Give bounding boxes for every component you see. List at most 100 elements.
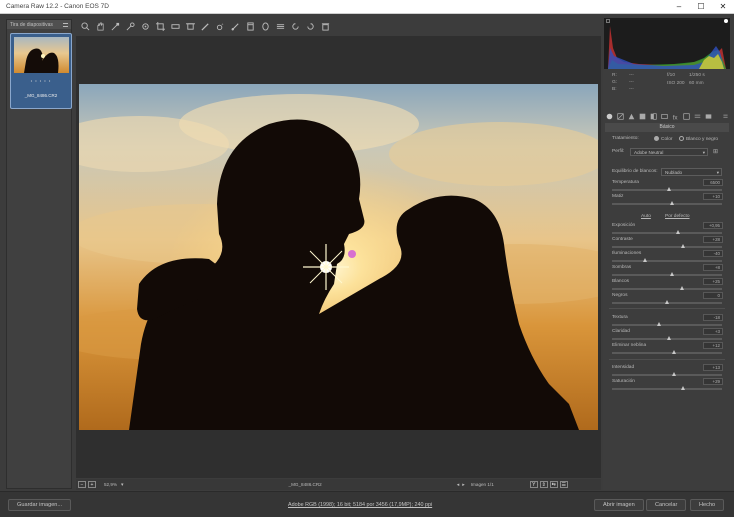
blacks-value[interactable]: 0 [703, 292, 723, 299]
treatment-bw-radio[interactable]: Blanco y negro [679, 136, 718, 142]
tone-curve-tab-icon[interactable] [616, 112, 624, 120]
zoom-level[interactable]: 52,9% [104, 482, 117, 487]
slider-thumb[interactable] [670, 272, 674, 276]
tint-value[interactable]: +10 [703, 193, 723, 200]
auto-link[interactable]: Auto [641, 214, 651, 219]
adjustment-brush-icon[interactable] [229, 20, 241, 32]
trash-icon[interactable] [319, 20, 331, 32]
target-adjust-icon[interactable] [139, 20, 151, 32]
split-toning-tab-icon[interactable] [649, 112, 657, 120]
texture-value[interactable]: -18 [703, 314, 723, 321]
whites-value[interactable]: +25 [703, 278, 723, 285]
vibrance-value[interactable]: +13 [703, 364, 723, 371]
next-image-icon[interactable]: ▸ [462, 482, 465, 488]
spot-removal-icon[interactable] [199, 20, 211, 32]
clarity-value[interactable]: +3 [703, 328, 723, 335]
red-eye-icon[interactable]: + [214, 20, 226, 32]
contrast-value[interactable]: +28 [703, 236, 723, 243]
shadows-value[interactable]: +8 [703, 264, 723, 271]
slider-thumb[interactable] [681, 386, 685, 390]
slider-thumb[interactable] [643, 258, 647, 262]
zoom-icon[interactable] [79, 20, 91, 32]
slider-thumb[interactable] [670, 201, 674, 205]
slider-thumb[interactable] [680, 286, 684, 290]
profile-browser-icon[interactable]: ⊞ [713, 148, 718, 155]
cancel-button[interactable]: Cancelar [646, 499, 687, 511]
save-image-button[interactable]: Guardar imagen... [8, 499, 72, 511]
zoom-in-icon[interactable]: + [88, 481, 96, 488]
compare-icon[interactable]: Y [529, 481, 538, 488]
hand-icon[interactable] [94, 20, 106, 32]
saturation-slider[interactable] [612, 386, 722, 390]
calibration-tab-icon[interactable] [682, 112, 690, 120]
exposure-slider[interactable] [612, 230, 722, 234]
radio-bw-icon[interactable] [679, 136, 684, 141]
slider-thumb[interactable] [657, 322, 661, 326]
exposure-value[interactable]: +0,95 [703, 222, 723, 229]
zoom-dropdown-icon[interactable]: ▾ [121, 482, 124, 488]
basic-tab-icon[interactable] [605, 112, 613, 120]
radio-color-icon[interactable] [654, 136, 659, 141]
slider-thumb[interactable] [681, 244, 685, 248]
vibrance-slider[interactable] [612, 372, 722, 376]
graduated-filter-icon[interactable] [244, 20, 256, 32]
profile-select[interactable]: Adobe Neutral ▾ [630, 148, 708, 156]
crop-icon[interactable] [154, 20, 166, 32]
minimize-icon[interactable]: – [668, 0, 690, 14]
contrast-slider[interactable] [612, 244, 722, 248]
rotate-left-icon[interactable] [289, 20, 301, 32]
snapshots-tab-icon[interactable] [704, 112, 712, 120]
slider-thumb[interactable] [667, 336, 671, 340]
treatment-color-radio[interactable]: Color [654, 136, 672, 142]
zoom-out-icon[interactable]: − [78, 481, 86, 488]
preferences-icon[interactable] [274, 20, 286, 32]
temperature-slider[interactable] [612, 187, 722, 191]
color-sampler-icon[interactable] [124, 20, 136, 32]
radial-filter-icon[interactable] [259, 20, 271, 32]
panel-menu-icon[interactable] [721, 112, 729, 120]
slider-thumb[interactable] [667, 187, 671, 191]
straighten-icon[interactable] [169, 20, 181, 32]
open-image-button[interactable]: Abrir imagen [594, 499, 644, 511]
detail-tab-icon[interactable] [627, 112, 635, 120]
workflow-options-link[interactable]: Adobe RGB (1998); 16 bit; 5184 por 3456 … [288, 502, 432, 508]
white-balance-icon[interactable] [109, 20, 121, 32]
shadow-clipping-icon[interactable] [606, 19, 610, 23]
filmstrip-menu-icon[interactable] [63, 22, 68, 27]
whites-slider[interactable] [612, 286, 722, 290]
slider-thumb[interactable] [665, 300, 669, 304]
photo-preview[interactable] [79, 84, 598, 430]
close-icon[interactable]: ✕ [712, 0, 734, 14]
slider-thumb[interactable] [676, 230, 680, 234]
hsl-tab-icon[interactable] [638, 112, 646, 120]
default-link[interactable]: Por defecto [665, 214, 690, 219]
prev-image-icon[interactable]: ◂ [457, 482, 460, 488]
view-settings-icon[interactable]: ☰ [559, 481, 568, 488]
blacks-slider[interactable] [612, 300, 722, 304]
saturation-value[interactable]: +29 [703, 378, 723, 385]
effects-tab-icon[interactable]: fx [671, 112, 679, 120]
rotate-right-icon[interactable] [304, 20, 316, 32]
thumbnail-rating[interactable]: • • • • • [11, 78, 71, 83]
tint-slider[interactable] [612, 201, 722, 205]
slider-thumb[interactable] [672, 372, 676, 376]
transform-icon[interactable] [184, 20, 196, 32]
dehaze-slider[interactable] [612, 350, 722, 354]
highlight-clipping-icon[interactable] [724, 19, 728, 23]
clarity-slider[interactable] [612, 336, 722, 340]
highlights-slider[interactable] [612, 258, 722, 262]
maximize-icon[interactable]: ☐ [690, 0, 712, 14]
highlights-value[interactable]: -40 [703, 250, 723, 257]
shadows-slider[interactable] [612, 272, 722, 276]
temperature-value[interactable]: 6500 [703, 179, 723, 186]
slider-thumb[interactable] [672, 350, 676, 354]
copy-settings-icon[interactable]: ⇆ [549, 481, 558, 488]
filmstrip-thumbnail[interactable]: • • • • • _MG_8486.CR2 [10, 33, 72, 109]
presets-tab-icon[interactable] [693, 112, 701, 120]
white-balance-select[interactable]: Nublado ▾ [661, 168, 722, 176]
texture-slider[interactable] [612, 322, 722, 326]
lens-tab-icon[interactable] [660, 112, 668, 120]
dehaze-value[interactable]: +12 [703, 342, 723, 349]
done-button[interactable]: Hecho [690, 499, 725, 511]
swap-icon[interactable]: ⇕ [539, 481, 548, 488]
